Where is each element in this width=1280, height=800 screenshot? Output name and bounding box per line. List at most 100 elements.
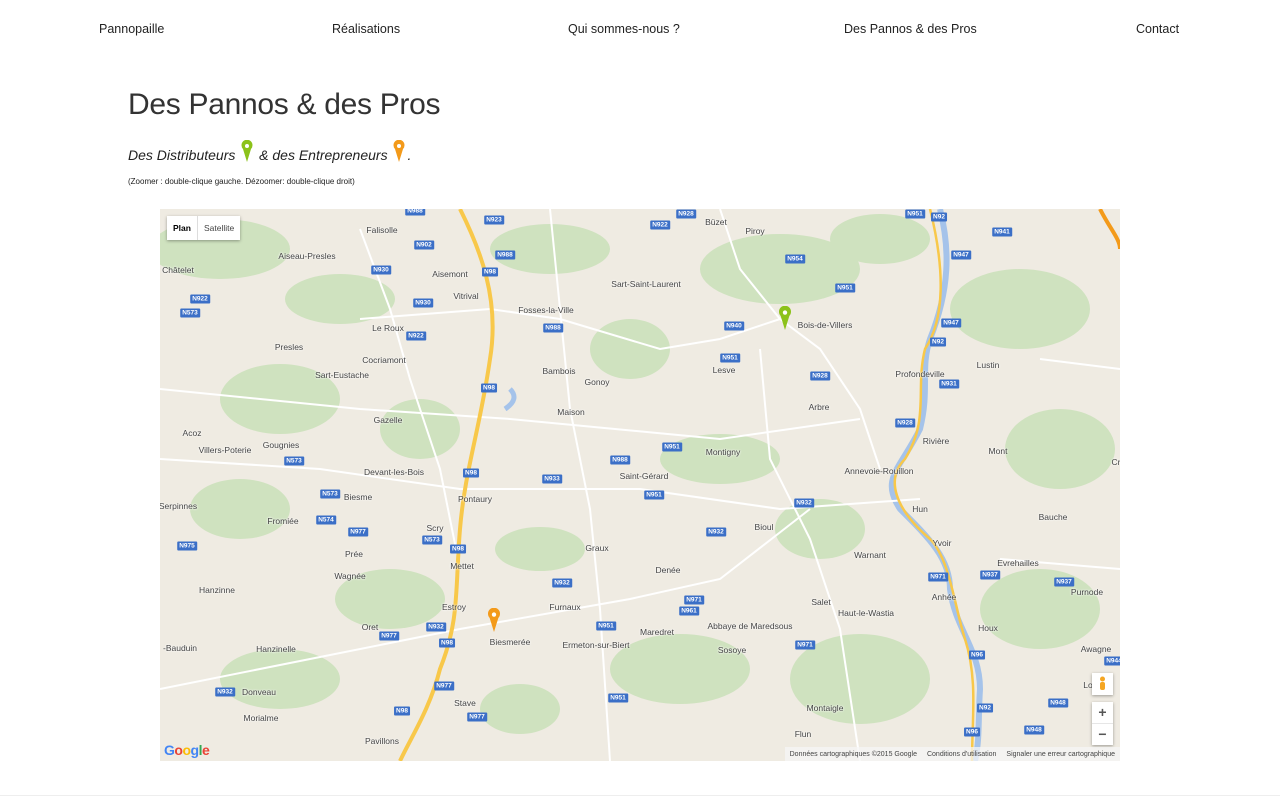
road-shield: N988 xyxy=(610,455,630,465)
road-shield: N98 xyxy=(394,706,410,716)
place-label: Gonoy xyxy=(584,377,610,387)
entrepreneurs-label: & des Entrepreneurs xyxy=(259,147,388,163)
place-label: Scry xyxy=(426,523,444,533)
place-label: Cocriamont xyxy=(362,355,406,365)
road-shield: N932 xyxy=(706,527,726,537)
road-shield: N933 xyxy=(542,474,562,484)
road-shield: N988 xyxy=(543,323,563,333)
road-shield: N92 xyxy=(931,212,947,222)
place-label: Acoz xyxy=(182,428,202,438)
place-label: Houx xyxy=(978,623,998,633)
road-shield: N96 xyxy=(964,727,980,737)
road-shield: N948 xyxy=(1024,725,1044,735)
nav-link[interactable]: Qui sommes-nous ? xyxy=(568,22,680,36)
highway-e411 xyxy=(1098,209,1120,250)
place-label: Wagnée xyxy=(334,571,366,581)
place-label: Salet xyxy=(811,597,831,607)
road-shield: N92 xyxy=(977,703,993,713)
place-label: Mettet xyxy=(450,561,474,571)
place-label: Hanzinne xyxy=(199,585,235,595)
place-label: Donveau xyxy=(241,687,277,697)
place-label: Biesme xyxy=(343,492,373,502)
road-shield: N977 xyxy=(467,712,487,722)
main-nav: Pannopaille Réalisations Qui sommes-nous ?… xyxy=(0,0,1280,60)
place-label: Hun xyxy=(912,504,928,514)
road-shield: N951 xyxy=(835,283,855,293)
distributor-marker[interactable] xyxy=(778,305,792,335)
place-label: Vitrival xyxy=(453,291,479,301)
road-shield: N977 xyxy=(434,681,454,691)
road-n98 xyxy=(398,209,495,761)
road-shield: N975 xyxy=(177,541,197,551)
road-shield: N954 xyxy=(785,254,805,264)
place-label: Montaigle xyxy=(806,703,844,713)
road-shield: N951 xyxy=(608,693,628,703)
distributors-label: Des Distributeurs xyxy=(128,147,236,163)
place-label: Ermeton-sur-Biert xyxy=(562,640,630,650)
place-label: Evrehailles xyxy=(997,558,1039,568)
terms-link[interactable]: Conditions d'utilisation xyxy=(927,751,996,758)
place-label: Bois-de-Villers xyxy=(797,320,853,330)
place-label: Prée xyxy=(345,549,363,559)
road-shield: N923 xyxy=(484,215,504,225)
road-shield: N573 xyxy=(320,489,340,499)
road-shield: N574 xyxy=(316,515,336,525)
place-label: Aiseau-Presles xyxy=(278,251,336,261)
nav-link[interactable]: Des Pannos & des Pros xyxy=(844,22,977,36)
page-title: Des Pannos & des Pros xyxy=(128,88,441,121)
place-label: Le Roux xyxy=(372,323,404,333)
nav-link[interactable]: Réalisations xyxy=(332,22,400,36)
road-shield: N988 xyxy=(495,250,515,260)
place-label: Büzet xyxy=(705,217,727,227)
road-shield: N951 xyxy=(662,442,682,452)
road-shield: N922 xyxy=(190,294,210,304)
zoom-in-button[interactable]: + xyxy=(1092,702,1113,724)
footer-divider xyxy=(0,795,1280,796)
place-label: Cr xyxy=(1111,457,1120,467)
place-label: Devant-les-Bois xyxy=(364,467,424,477)
report-error-link[interactable]: Signaler une erreur cartographique xyxy=(1006,751,1115,758)
place-label: Sosoye xyxy=(717,645,747,655)
zoom-out-button[interactable]: − xyxy=(1092,724,1113,745)
road-shield: N98 xyxy=(450,544,466,554)
legend-line: Des Distributeurs & des Entrepreneurs . xyxy=(128,139,412,165)
road-shield: N928 xyxy=(895,418,915,428)
road-shield: N944 xyxy=(1104,656,1120,666)
place-label: Piroy xyxy=(745,226,765,236)
map-type-satellite[interactable]: Satellite xyxy=(198,216,240,240)
place-label: Furnaux xyxy=(549,602,581,612)
road-shield: N902 xyxy=(414,240,434,250)
road-shield: N951 xyxy=(644,490,664,500)
place-label: Morialme xyxy=(243,713,279,723)
nav-link[interactable]: Pannopaille xyxy=(99,22,164,36)
pegman-icon[interactable] xyxy=(1092,673,1113,695)
subtitle-period: . xyxy=(407,147,412,163)
place-label: Montigny xyxy=(705,447,741,457)
place-label: Bioul xyxy=(754,522,774,532)
place-label: Warnant xyxy=(854,550,886,560)
road-shield: N951 xyxy=(596,621,616,631)
place-label: Pontaury xyxy=(457,494,493,504)
nav-link[interactable]: Contact xyxy=(1136,22,1179,36)
place-label: Lesve xyxy=(712,365,736,375)
place-label: Lustin xyxy=(976,360,1000,370)
map-canvas[interactable]: Falisolle Büzet Piroy Châtelet Aiseau-Presle… xyxy=(160,209,1120,761)
road-shield: N971 xyxy=(795,640,815,650)
place-label: Sart-Saint-Laurent xyxy=(611,279,681,289)
road-shield: N932 xyxy=(426,622,446,632)
place-label: Mont xyxy=(988,446,1008,456)
map-type-plan[interactable]: Plan xyxy=(167,216,198,240)
road-shield: N937 xyxy=(980,570,1000,580)
road-shield: N928 xyxy=(676,209,696,219)
entrepreneur-marker[interactable] xyxy=(487,607,501,637)
map-base-layer xyxy=(160,209,1120,761)
pond xyxy=(503,387,517,412)
road-shield: N98 xyxy=(482,267,498,277)
entrepreneur-pin-icon xyxy=(393,139,405,165)
road-shield: N932 xyxy=(552,578,572,588)
place-label: Estroy xyxy=(441,602,467,612)
place-label: Flun xyxy=(794,729,812,739)
map-data-credit: Données cartographiques ©2015 Google xyxy=(789,750,917,758)
road-shield: N98 xyxy=(439,638,455,648)
place-label: Fromiée xyxy=(267,516,299,526)
